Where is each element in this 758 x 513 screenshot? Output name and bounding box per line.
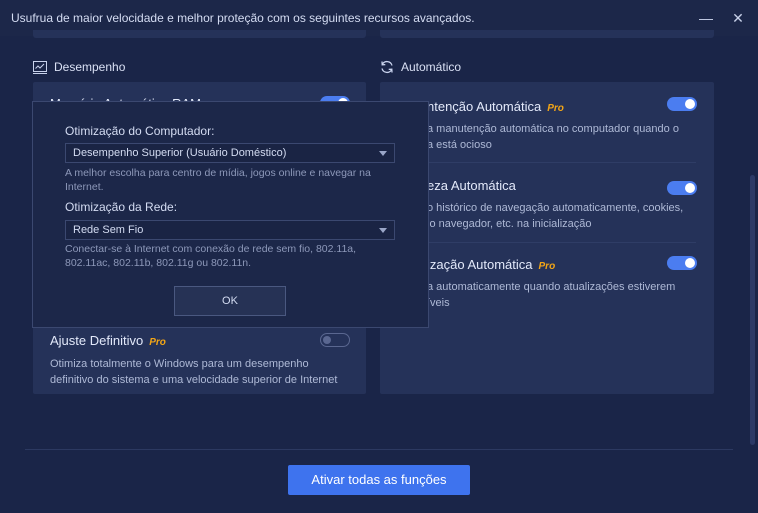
network-optimization-value: Rede Sem Fio [73, 224, 144, 236]
monitor-chart-icon [33, 60, 47, 74]
auto-maintenance-toggle[interactable] [667, 97, 697, 111]
network-optimization-description: Conectar-se à Internet com conexão de re… [65, 243, 357, 269]
close-button[interactable]: ✕ [728, 8, 748, 28]
pro-badge: Pro [547, 103, 564, 114]
chevron-down-icon [379, 151, 387, 156]
automatic-panel: ntenção Automática Pro a manutenção autom… [380, 82, 714, 394]
section-title-automatic: Automático [401, 60, 462, 74]
network-optimization-select[interactable]: Rede Sem Fio [65, 220, 395, 240]
item-title: Ajuste Definitivo Pro [50, 333, 166, 348]
item-description: o histórico de navegação automaticamente… [427, 202, 684, 230]
previous-panel-edge-right [380, 30, 714, 38]
section-title-performance: Desempenho [54, 60, 126, 74]
section-header-automatic: Automático [380, 60, 461, 74]
network-optimization-label: Otimização da Rede: [65, 200, 178, 214]
item-title: eza Automática [427, 178, 516, 193]
auto-clean-toggle[interactable] [667, 181, 697, 195]
pro-badge: Pro [149, 337, 166, 348]
footer-divider [25, 449, 733, 450]
ultimate-tweak-toggle[interactable] [320, 333, 350, 347]
computer-optimization-select[interactable]: Desempenho Superior (Usuário Doméstico) [65, 143, 395, 163]
minimize-button[interactable]: — [696, 8, 716, 28]
activate-all-button[interactable]: Ativar todas as funções [288, 465, 470, 495]
divider [398, 242, 696, 243]
section-header-performance: Desempenho [33, 60, 125, 74]
item-description: a manutenção automática no computador qu… [427, 123, 679, 151]
chevron-down-icon [379, 228, 387, 233]
computer-optimization-label: Otimização do Computador: [65, 124, 215, 138]
optimization-dialog: Otimização do Computador: Desempenho Sup… [32, 101, 429, 328]
divider [398, 162, 696, 163]
item-title: ntenção Automática Pro [427, 99, 564, 114]
ok-button[interactable]: OK [174, 286, 286, 316]
pro-badge: Pro [538, 261, 556, 272]
item-description: Otimiza totalmente o Windows para um des… [50, 358, 338, 386]
scrollbar[interactable] [750, 175, 755, 445]
item-title: ização Automática Pro [427, 257, 556, 272]
refresh-icon [380, 60, 394, 74]
window-title: Usufrua de maior velocidade e melhor pro… [11, 11, 475, 25]
item-description: a automaticamente quando atualizações es… [427, 281, 676, 309]
auto-update-toggle[interactable] [667, 256, 697, 270]
previous-panel-edge-left [33, 30, 366, 38]
computer-optimization-value: Desempenho Superior (Usuário Doméstico) [73, 147, 287, 159]
computer-optimization-description: A melhor escolha para centro de mídia, j… [65, 167, 371, 193]
